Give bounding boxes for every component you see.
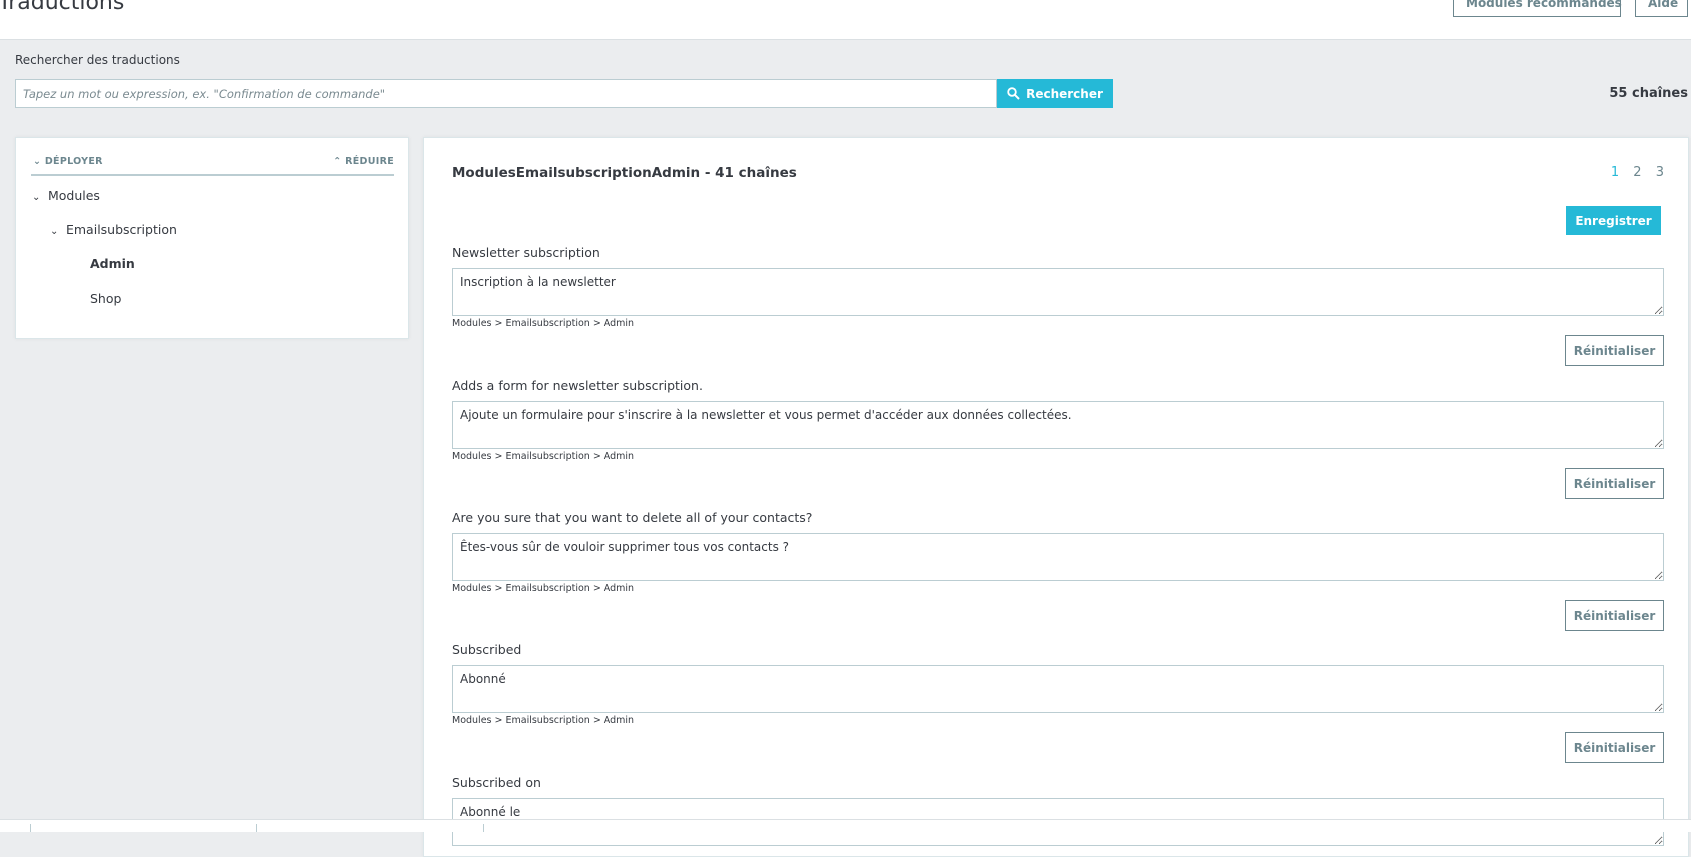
search-input[interactable]	[15, 79, 997, 108]
tree-item-emailsubscription[interactable]: ⌄ Emailsubscription	[50, 222, 177, 237]
domain-path: Modules > Emailsubscription > Admin	[452, 583, 635, 594]
tree-item-modules[interactable]: ⌄ Modules	[32, 188, 100, 203]
tree-item-shop[interactable]: Shop	[90, 291, 121, 306]
source-string: Newsletter subscription	[452, 245, 600, 260]
source-string: Are you sure that you want to delete all…	[452, 510, 813, 525]
page-link-1[interactable]: 1	[1611, 165, 1619, 180]
reset-button[interactable]: Réinitialiser	[1565, 600, 1664, 631]
reset-button[interactable]: Réinitialiser	[1565, 732, 1664, 763]
search-button-label: Rechercher	[1026, 86, 1103, 101]
translation-field[interactable]: Ajoute un formulaire pour s'inscrire à l…	[452, 401, 1664, 449]
chevron-down-icon: ⌄	[50, 226, 59, 237]
translation-entry: Newsletter subscription Inscription à la…	[452, 245, 1664, 367]
expand-all-button[interactable]: ⌄ DÉPLOYER	[33, 156, 103, 167]
tree-item-admin[interactable]: Admin	[90, 256, 135, 271]
translation-entry: Adds a form for newsletter subscription.…	[452, 378, 1664, 500]
source-string: Subscribed on	[452, 775, 541, 790]
page-link-2[interactable]: 2	[1633, 165, 1641, 180]
recommended-modules-button[interactable]: Modules recommandés	[1453, 0, 1622, 17]
search-button[interactable]: Rechercher	[997, 79, 1113, 108]
translations-panel: ModulesEmailsubscriptionAdmin - 41 chaîn…	[423, 137, 1689, 857]
reset-button[interactable]: Réinitialiser	[1565, 468, 1664, 499]
source-string: Subscribed	[452, 642, 522, 657]
chevron-down-icon: ⌄	[32, 192, 41, 203]
total-count: 55 chaînes	[1609, 86, 1688, 101]
collapse-all-button[interactable]: ⌃ RÉDUIRE	[333, 156, 394, 167]
translation-entry: Are you sure that you want to delete all…	[452, 510, 1664, 632]
translation-entry: Subscribed Abonné Modules > Emailsubscri…	[452, 642, 1664, 764]
help-button[interactable]: Aide	[1635, 0, 1688, 17]
translation-tree-panel: ⌄ DÉPLOYER ⌃ RÉDUIRE ⌄ Modules ⌄ Emailsu…	[15, 137, 409, 339]
collapse-all-label: RÉDUIRE	[345, 156, 394, 167]
translation-field[interactable]: Abonné	[452, 665, 1664, 713]
expand-all-label: DÉPLOYER	[44, 156, 103, 167]
translation-entry: Subscribed on Abonné le	[452, 775, 1664, 855]
page-header: Traductions Modules recommandés Aide	[0, 0, 1691, 40]
translation-field[interactable]: Êtes-vous sûr de vouloir supprimer tous …	[452, 533, 1664, 581]
chevron-down-icon: ⌄	[33, 156, 42, 167]
tree-controls: ⌄ DÉPLOYER ⌃ RÉDUIRE	[31, 154, 394, 176]
source-string: Adds a form for newsletter subscription.	[452, 378, 703, 393]
translation-field[interactable]: Inscription à la newsletter	[452, 268, 1664, 316]
chevron-up-icon: ⌃	[333, 156, 342, 167]
page-link-3[interactable]: 3	[1656, 165, 1664, 180]
domain-title: ModulesEmailsubscriptionAdmin - 41 chaîn…	[452, 165, 797, 181]
page-title: Traductions	[0, 0, 125, 15]
tree-item-label: Emailsubscription	[65, 222, 177, 237]
domain-path: Modules > Emailsubscription > Admin	[452, 715, 635, 726]
search-icon	[1007, 87, 1020, 100]
footer-bar	[0, 819, 1691, 832]
domain-path: Modules > Emailsubscription > Admin	[452, 318, 635, 329]
save-button[interactable]: Enregistrer	[1566, 206, 1661, 235]
domain-path: Modules > Emailsubscription > Admin	[452, 451, 635, 462]
reset-button[interactable]: Réinitialiser	[1565, 335, 1664, 366]
pagination: 1 2 3	[1601, 165, 1664, 180]
tree-item-label: Modules	[47, 188, 100, 203]
search-label: Rechercher des traductions	[15, 53, 180, 67]
